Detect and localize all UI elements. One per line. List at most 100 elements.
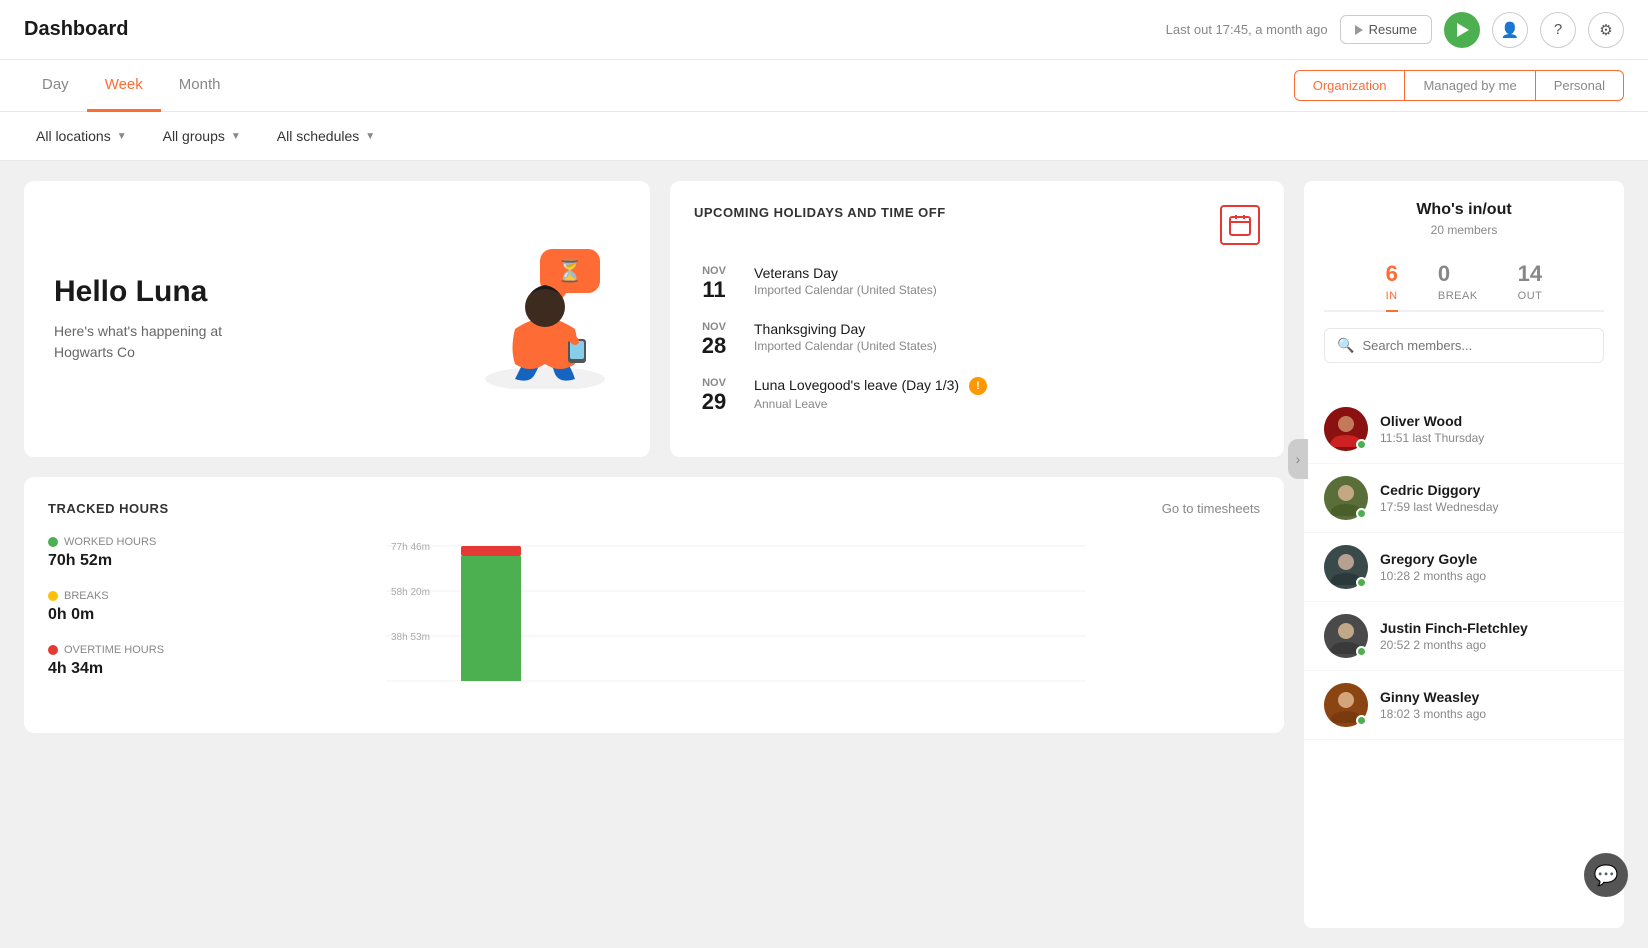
calendar-icon-button[interactable]: [1220, 205, 1260, 245]
hello-card: Hello Luna Here's what's happening at Ho…: [24, 181, 650, 457]
filter-personal[interactable]: Personal: [1536, 70, 1624, 101]
top-row: Hello Luna Here's what's happening at Ho…: [24, 181, 1284, 457]
period-tabs: Day Week Month: [24, 60, 238, 111]
settings-icon-btn[interactable]: ⚙: [1588, 12, 1624, 48]
list-item[interactable]: Justin Finch-Fletchley 20:52 2 months ag…: [1304, 602, 1624, 671]
bar-chart-svg: 77h 46m 58h 20m 38h 53m: [212, 536, 1260, 706]
holiday-item: NOV 11 Veterans Day Imported Calendar (U…: [694, 265, 1260, 303]
member-info: Oliver Wood 11:51 last Thursday: [1380, 413, 1484, 445]
filter-bar: All locations ▼ All groups ▼ All schedul…: [0, 112, 1648, 161]
person-illustration: [480, 269, 610, 389]
member-info: Justin Finch-Fletchley 20:52 2 months ag…: [1380, 620, 1528, 652]
go-to-timesheets-link[interactable]: Go to timesheets: [1162, 501, 1260, 516]
member-info: Ginny Weasley 18:02 3 months ago: [1380, 689, 1486, 721]
online-status: [1356, 508, 1367, 519]
whos-in-title: Who's in/out: [1324, 201, 1604, 219]
chat-widget-button[interactable]: 💬: [1584, 853, 1628, 897]
tab-out[interactable]: 14 OUT: [1518, 253, 1543, 312]
holiday-info: Thanksgiving Day Imported Calendar (Unit…: [754, 321, 937, 353]
help-icon-btn[interactable]: ?: [1540, 12, 1576, 48]
holiday-item: NOV 29 Luna Lovegood's leave (Day 1/3) !…: [694, 377, 1260, 415]
tracked-legend: WORKED HOURS 70h 52m BREAKS 0h 0m: [48, 536, 188, 709]
groups-filter[interactable]: All groups ▼: [151, 122, 253, 150]
member-name: Ginny Weasley: [1380, 689, 1486, 705]
hello-illustration: ⏳: [460, 249, 620, 389]
member-time: 18:02 3 months ago: [1380, 707, 1486, 721]
calendar-icon: [1229, 214, 1251, 236]
member-time: 20:52 2 months ago: [1380, 638, 1528, 652]
member-list: Oliver Wood 11:51 last Thursday: [1304, 395, 1624, 740]
locations-filter[interactable]: All locations ▼: [24, 122, 139, 150]
chevron-down-icon: ▼: [365, 131, 375, 142]
expand-panel-button[interactable]: ›: [1288, 439, 1308, 479]
overtime-dot: [48, 645, 58, 655]
svg-text:77h 46m: 77h 46m: [391, 542, 430, 553]
tracked-hours-card: TRACKED HOURS Go to timesheets WORKED HO…: [24, 477, 1284, 733]
holiday-info: Veterans Day Imported Calendar (United S…: [754, 265, 937, 297]
start-timer-button[interactable]: [1444, 12, 1480, 48]
member-search-box: 🔍: [1324, 328, 1604, 363]
legend-breaks: BREAKS 0h 0m: [48, 590, 188, 624]
overtime-value: 4h 34m: [48, 660, 188, 678]
holidays-card: UPCOMING HOLIDAYS AND TIME OFF NOV 11: [670, 181, 1284, 457]
tracked-chart: 77h 46m 58h 20m 38h 53m: [212, 536, 1260, 709]
tab-bar: Day Week Month Organization Managed by m…: [0, 60, 1648, 112]
holiday-date: NOV 11: [694, 265, 734, 303]
tab-in[interactable]: 6 IN: [1386, 253, 1398, 312]
whos-in-out-panel: Who's in/out 20 members 6 IN 0 BREAK 14 …: [1304, 181, 1624, 928]
member-name: Justin Finch-Fletchley: [1380, 620, 1528, 636]
greeting: Hello Luna: [54, 275, 222, 309]
schedules-filter[interactable]: All schedules ▼: [265, 122, 387, 150]
holiday-info: Luna Lovegood's leave (Day 1/3) ! Annual…: [754, 377, 987, 411]
search-input[interactable]: [1362, 338, 1591, 353]
view-filter-group: Organization Managed by me Personal: [1294, 70, 1624, 101]
member-name: Gregory Goyle: [1380, 551, 1486, 567]
avatar-wrap: [1324, 545, 1368, 589]
list-item[interactable]: Ginny Weasley 18:02 3 months ago: [1304, 671, 1624, 740]
list-item[interactable]: Gregory Goyle 10:28 2 months ago: [1304, 533, 1624, 602]
resume-button[interactable]: Resume: [1340, 15, 1432, 44]
chevron-down-icon: ▼: [117, 131, 127, 142]
avatar-wrap: [1324, 407, 1368, 451]
filter-organization[interactable]: Organization: [1294, 70, 1406, 101]
legend-label: OVERTIME HOURS: [48, 644, 188, 656]
play-icon: [1355, 25, 1363, 35]
leave-badge: !: [969, 377, 987, 395]
holiday-item: NOV 28 Thanksgiving Day Imported Calenda…: [694, 321, 1260, 359]
holiday-date: NOV 29: [694, 377, 734, 415]
user-icon-btn[interactable]: 👤: [1492, 12, 1528, 48]
members-count: 20 members: [1324, 223, 1604, 237]
tab-month[interactable]: Month: [161, 60, 239, 112]
legend-label: WORKED HOURS: [48, 536, 188, 548]
svg-text:38h 53m: 38h 53m: [391, 632, 430, 643]
search-icon: 🔍: [1337, 337, 1354, 354]
holiday-date: NOV 28: [694, 321, 734, 359]
whos-tabs: 6 IN 0 BREAK 14 OUT: [1324, 253, 1604, 312]
tab-week[interactable]: Week: [87, 60, 161, 112]
member-info: Gregory Goyle 10:28 2 months ago: [1380, 551, 1486, 583]
online-status: [1356, 715, 1367, 726]
online-status: [1356, 439, 1367, 450]
online-status: [1356, 577, 1367, 588]
tab-break[interactable]: 0 BREAK: [1438, 253, 1478, 312]
leave-name: Luna Lovegood's leave (Day 1/3): [754, 377, 959, 393]
tracked-title: TRACKED HOURS: [48, 501, 169, 516]
list-item[interactable]: Oliver Wood 11:51 last Thursday: [1304, 395, 1624, 464]
hello-text: Hello Luna Here's what's happening at Ho…: [54, 275, 222, 363]
filter-managed-by-me[interactable]: Managed by me: [1405, 70, 1535, 101]
avatar-wrap: [1324, 476, 1368, 520]
member-info: Cedric Diggory 17:59 last Wednesday: [1380, 482, 1499, 514]
worked-value: 70h 52m: [48, 552, 188, 570]
tab-day[interactable]: Day: [24, 60, 87, 112]
tracked-content: WORKED HOURS 70h 52m BREAKS 0h 0m: [48, 536, 1260, 709]
breaks-dot: [48, 591, 58, 601]
holidays-header: UPCOMING HOLIDAYS AND TIME OFF: [694, 205, 1260, 245]
resume-label: Resume: [1369, 22, 1417, 37]
online-status: [1356, 646, 1367, 657]
breaks-value: 0h 0m: [48, 606, 188, 624]
header-right: Last out 17:45, a month ago Resume 👤 ? ⚙: [1166, 12, 1624, 48]
member-time: 17:59 last Wednesday: [1380, 500, 1499, 514]
header: Dashboard Last out 17:45, a month ago Re…: [0, 0, 1648, 60]
legend-label: BREAKS: [48, 590, 188, 602]
list-item[interactable]: Cedric Diggory 17:59 last Wednesday: [1304, 464, 1624, 533]
